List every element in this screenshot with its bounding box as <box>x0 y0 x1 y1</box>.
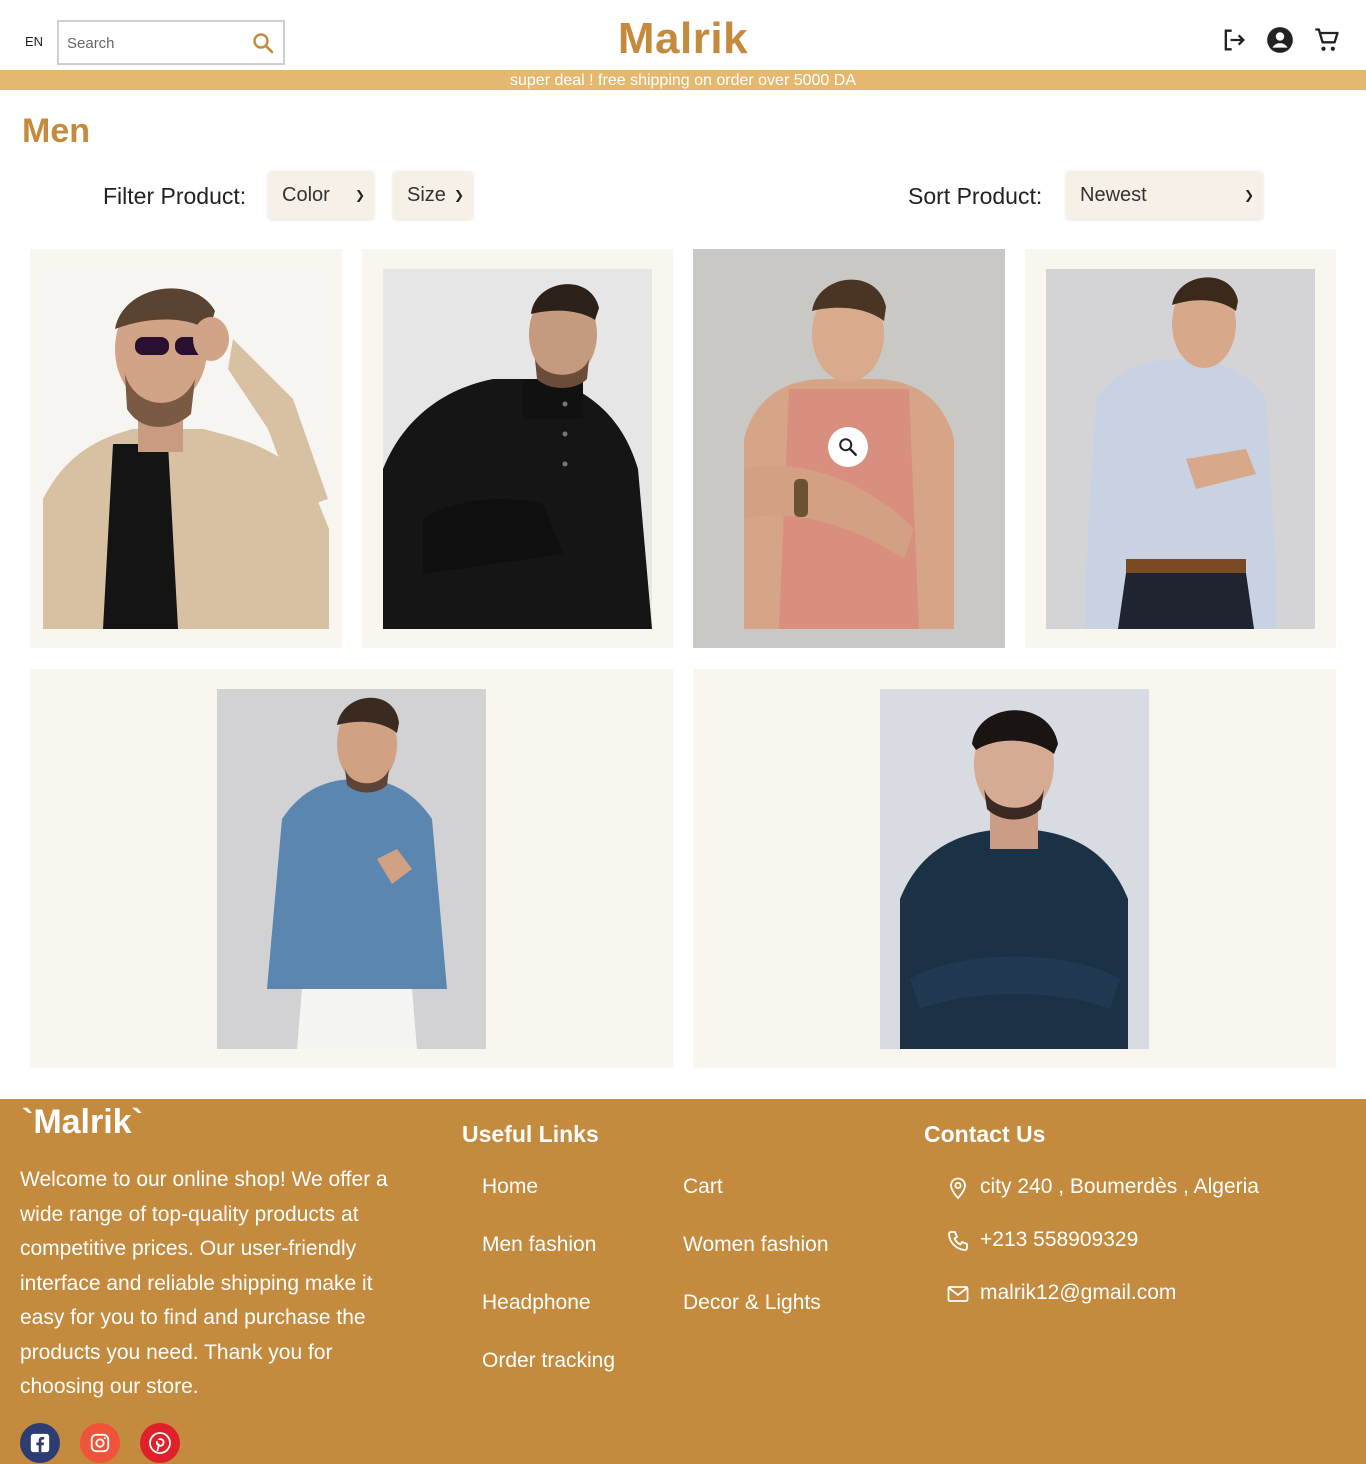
color-filter-select[interactable]: Color ❯ <box>268 171 374 219</box>
promo-banner: super deal ! free shipping on order over… <box>0 70 1366 90</box>
instagram-link[interactable] <box>80 1423 120 1463</box>
useful-links-heading: Useful Links <box>462 1121 599 1147</box>
logout-icon[interactable] <box>1220 26 1248 54</box>
phone-icon <box>948 1231 968 1251</box>
footer-link-cart[interactable]: Cart <box>683 1175 723 1199</box>
footer: `Malrik` Welcome to our online shop! We … <box>0 1099 1366 1464</box>
sort-select[interactable]: Newest ❯ <box>1066 171 1263 219</box>
brand-logo[interactable]: Malrik <box>0 14 1366 64</box>
product-image-man-in-denim-shirt[interactable] <box>217 689 486 1049</box>
product-image-man-in-light-blue-shirt[interactable] <box>1046 269 1315 629</box>
product-card[interactable] <box>30 669 673 1068</box>
facebook-icon <box>30 1433 50 1453</box>
footer-description: Welcome to our online shop! We offer a w… <box>20 1168 388 1398</box>
footer-link-men-fashion[interactable]: Men fashion <box>482 1233 596 1257</box>
instagram-icon <box>90 1433 110 1453</box>
chevron-down-icon: ❯ <box>453 188 464 202</box>
footer-link-home[interactable]: Home <box>482 1175 538 1199</box>
contact-email-text: malrik12@gmail.com <box>980 1281 1177 1304</box>
footer-link-women-fashion[interactable]: Women fashion <box>683 1233 829 1257</box>
product-card[interactable] <box>693 669 1336 1068</box>
product-image-man-in-beige-blazer[interactable] <box>43 269 329 629</box>
size-filter-select[interactable]: Size ❯ <box>393 171 473 219</box>
product-image-man-in-navy-shirt[interactable] <box>880 689 1149 1049</box>
pinterest-icon <box>149 1432 171 1454</box>
contact-phone-text: +213 558909329 <box>980 1228 1139 1251</box>
pinterest-link[interactable] <box>140 1423 180 1463</box>
product-card[interactable] <box>362 249 673 648</box>
account-icon[interactable] <box>1266 26 1294 54</box>
chevron-down-icon: ❯ <box>1243 188 1254 202</box>
facebook-link[interactable] <box>20 1423 60 1463</box>
footer-link-order-tracking[interactable]: Order tracking <box>482 1349 615 1373</box>
product-card[interactable] <box>30 249 342 648</box>
product-image-man-in-black-sweater[interactable] <box>383 269 652 629</box>
product-card[interactable] <box>1025 249 1336 648</box>
mail-icon <box>947 1286 969 1302</box>
header: EN Malrik <box>0 0 1366 70</box>
footer-link-headphone[interactable]: Headphone <box>482 1291 591 1315</box>
cart-icon[interactable] <box>1313 26 1341 54</box>
sort-value: Newest <box>1080 184 1147 206</box>
contact-address-text: city 240 , Boumerdès , Algeria <box>980 1175 1259 1198</box>
sort-label: Sort Product: <box>908 183 1043 209</box>
location-icon <box>950 1177 966 1200</box>
size-filter-value: Size <box>407 184 446 206</box>
chevron-down-icon: ❯ <box>354 188 365 202</box>
search-icon <box>839 438 857 456</box>
footer-brand[interactable]: `Malrik` <box>22 1103 143 1142</box>
filter-label: Filter Product: <box>103 183 247 209</box>
contact-heading: Contact Us <box>924 1121 1046 1147</box>
footer-link-decor-lights[interactable]: Decor & Lights <box>683 1291 821 1315</box>
product-card[interactable] <box>693 249 1005 648</box>
color-filter-value: Color <box>282 184 330 206</box>
zoom-button[interactable] <box>828 427 868 467</box>
page-title: Men <box>22 112 90 150</box>
